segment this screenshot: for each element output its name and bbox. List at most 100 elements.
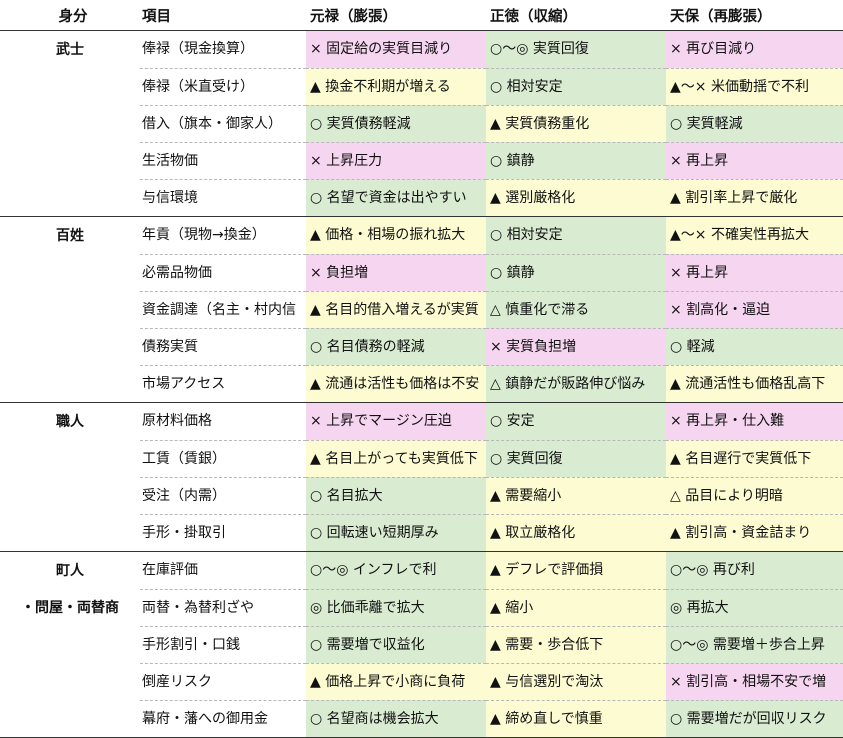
- genroku-cell: ○ 名目拡大: [306, 477, 486, 514]
- group-rows: 年貢（現物→換金） ▲ 価格・相場の振れ拡大 ○ 相対安定 ▲〜× 不確実性再拡大 必需…: [140, 217, 843, 402]
- table-row: 原材料価格 × 上昇でマージン圧迫 ○ 安定 × 再上昇・仕入難: [140, 403, 843, 440]
- item-cell: 必需品物価: [140, 254, 306, 291]
- item-cell: 俸禄（現金換算）: [142, 41, 254, 57]
- genroku-cell: × 負担増: [306, 254, 486, 291]
- shotoku-cell: ▲ 実質債務重化: [486, 105, 666, 142]
- table-row: 年貢（現物→換金） ▲ 価格・相場の振れ拡大 ○ 相対安定 ▲〜× 不確実性再拡大: [140, 217, 843, 254]
- genroku-cell: ○ 名望商は機会拡大: [306, 700, 486, 737]
- class-label: 職人: [0, 403, 140, 551]
- class-label-line: 職人: [56, 414, 84, 430]
- table-row: 必需品物価 × 負担増 ○ 鎮静 × 再上昇: [140, 254, 843, 291]
- header-tenpo: 天保（再膨張）: [670, 8, 772, 25]
- tenpo-cell: ○ 実質軽減: [666, 105, 843, 142]
- class-label-line: ・問屋・両替商: [21, 600, 119, 616]
- table-row: 資金調達（名主・村内信 ▲ 名目的借入増えるが実質 △ 慎重化で滞る × 割高化・逼迫: [140, 291, 843, 328]
- genroku-cell: × 上昇圧力: [306, 142, 486, 179]
- shotoku-cell: ○ 鎮静: [486, 254, 666, 291]
- item-cell: 資金調達（名主・村内信: [140, 291, 306, 328]
- class-group: 職人 原材料価格 × 上昇でマージン圧迫 ○ 安定 × 再上昇・仕入難 工賃（賃銀） ▲ 名…: [0, 402, 843, 551]
- item-cell: 受注（内需）: [140, 477, 306, 514]
- item-cell: 在庫評価: [142, 562, 198, 578]
- item-cell: 俸禄（米直受け）: [140, 68, 306, 105]
- tenpo-cell: ▲ 流通活性も価格乱高下: [666, 365, 843, 402]
- tenpo-cell: × 再上昇: [666, 142, 843, 179]
- header-row: 身分 項目 元禄（膨張） 正徳（収縮） 天保（再膨張）: [0, 0, 843, 30]
- tenpo-cell: ▲ 割引高・資金詰まり: [666, 514, 843, 551]
- genroku-cell: ▲ 名目的借入増えるが実質: [306, 291, 486, 328]
- shotoku-cell: ○ 実質回復: [486, 440, 666, 477]
- shotoku-cell: ▲ 需要・歩合低下: [486, 626, 666, 663]
- item-cell: 市場アクセス: [140, 365, 306, 402]
- genroku-cell: ○ 回転速い短期厚み: [306, 514, 486, 551]
- header-shotoku: 正徳（収縮）: [490, 8, 577, 25]
- class-label-line: 百姓: [56, 228, 84, 244]
- header-item: 項目: [142, 8, 171, 25]
- class-label-line: 町人: [56, 563, 84, 579]
- tenpo-cell: ▲〜× 米価動揺で不利: [666, 68, 843, 105]
- table-row: 与信環境 ○ 名望で資金は出やすい ▲ 選別厳格化 ▲ 割引率上昇で厳化: [140, 179, 843, 216]
- header-class: 身分: [58, 8, 88, 25]
- table-row: 受注（内需） ○ 名目拡大 ▲ 需要縮小 △ 品目により明暗: [140, 477, 843, 514]
- table-row: 市場アクセス ▲ 流通は活性も価格は不安 △ 鎮静だが販路伸び悩み ▲ 流通活性も価格…: [140, 365, 843, 402]
- table-row: 俸禄（米直受け） ▲ 換金不利期が増える ○ 相対安定 ▲〜× 米価動揺で不利: [140, 68, 843, 105]
- table-row: 幕府・藩への御用金 ○ 名望商は機会拡大 ▲ 締め直しで慎重 ○ 需要増だが回収リスク: [140, 700, 843, 737]
- shotoku-cell: ▲ 与信選別で淘汰: [486, 663, 666, 700]
- tenpo-cell: × 割高化・逼迫: [666, 291, 843, 328]
- item-cell: 債務実質: [140, 328, 306, 365]
- table-row: 俸禄（現金換算） × 固定給の実質目減り ○〜◎ 実質回復 × 再び目減り: [140, 31, 843, 68]
- shotoku-cell: ▲ 縮小: [486, 589, 666, 626]
- genroku-cell: ▲ 価格・相場の振れ拡大: [306, 217, 486, 254]
- item-cell: 手形・掛取引: [140, 514, 306, 551]
- class-label: 町人 ・問屋・両替商: [0, 552, 140, 737]
- shotoku-cell: ▲ 選別厳格化: [486, 179, 666, 216]
- genroku-cell: ◎ 比価乖離で拡大: [306, 589, 486, 626]
- table-row: 借入（旗本・御家人） ○ 実質債務軽減 ▲ 実質債務重化 ○ 実質軽減: [140, 105, 843, 142]
- genroku-cell: ○ 需要増で収益化: [306, 626, 486, 663]
- class-group: 町人 ・問屋・両替商 在庫評価 ○〜◎ インフレで利 ▲ デフレで評価損 ○〜◎ 再び利両…: [0, 551, 843, 738]
- tenpo-cell: × 再上昇・仕入難: [666, 403, 843, 440]
- shotoku-cell: ○〜◎ 実質回復: [486, 31, 666, 68]
- table-row: 手形割引・口銭 ○ 需要増で収益化 ▲ 需要・歩合低下 ○〜◎ 需要増＋歩合上昇: [140, 626, 843, 663]
- genroku-cell: × 固定給の実質目減り: [306, 31, 486, 68]
- shotoku-cell: △ 鎮静だが販路伸び悩み: [486, 365, 666, 402]
- shotoku-cell: × 実質負担増: [486, 328, 666, 365]
- table-row: 債務実質 ○ 名目債務の軽減 × 実質負担増 ○ 軽減: [140, 328, 843, 365]
- shotoku-cell: ▲ 締め直しで慎重: [486, 700, 666, 737]
- impact-table: 身分 項目 元禄（膨張） 正徳（収縮） 天保（再膨張） 武士 俸禄（現金換算） × …: [0, 0, 843, 738]
- shotoku-cell: ○ 相対安定: [486, 217, 666, 254]
- tenpo-cell: ▲〜× 不確実性再拡大: [666, 217, 843, 254]
- table-body: 武士 俸禄（現金換算） × 固定給の実質目減り ○〜◎ 実質回復 × 再び目減り 俸禄（米…: [0, 30, 843, 738]
- header-genroku: 元禄（膨張）: [310, 8, 397, 25]
- table-row: 倒産リスク ▲ 価格上昇で小商に負荷 ▲ 与信選別で淘汰 × 割引高・相場不安で増: [140, 663, 843, 700]
- table-row: 両替・為替利ざや ◎ 比価乖離で拡大 ▲ 縮小 ◎ 再拡大: [140, 589, 843, 626]
- tenpo-cell: × 割引高・相場不安で増: [666, 663, 843, 700]
- tenpo-cell: ○ 軽減: [666, 328, 843, 365]
- item-cell: 年貢（現物→換金）: [142, 227, 266, 243]
- tenpo-cell: ○〜◎ 再び利: [666, 552, 843, 589]
- genroku-cell: × 上昇でマージン圧迫: [306, 403, 486, 440]
- tenpo-cell: × 再び目減り: [666, 31, 843, 68]
- genroku-cell: ▲ 流通は活性も価格は不安: [306, 365, 486, 402]
- tenpo-cell: ○〜◎ 需要増＋歩合上昇: [666, 626, 843, 663]
- item-cell: 借入（旗本・御家人）: [140, 105, 306, 142]
- table-row: 生活物価 × 上昇圧力 ○ 鎮静 × 再上昇: [140, 142, 843, 179]
- tenpo-cell: × 再上昇: [666, 254, 843, 291]
- tenpo-cell: ▲ 割引率上昇で厳化: [666, 179, 843, 216]
- tenpo-cell: ○ 需要増だが回収リスク: [666, 700, 843, 737]
- genroku-cell: ○ 実質債務軽減: [306, 105, 486, 142]
- tenpo-cell: ▲ 名目遅行で実質低下: [666, 440, 843, 477]
- item-cell: 原材料価格: [142, 413, 212, 429]
- shotoku-cell: ○ 安定: [486, 403, 666, 440]
- genroku-cell: ○〜◎ インフレで利: [306, 552, 486, 589]
- item-cell: 与信環境: [140, 179, 306, 216]
- shotoku-cell: ▲ 取立厳格化: [486, 514, 666, 551]
- table-row: 工賃（賃銀） ▲ 名目上がっても実質低下 ○ 実質回復 ▲ 名目遅行で実質低下: [140, 440, 843, 477]
- item-cell: 生活物価: [140, 142, 306, 179]
- shotoku-cell: ○ 相対安定: [486, 68, 666, 105]
- group-rows: 原材料価格 × 上昇でマージン圧迫 ○ 安定 × 再上昇・仕入難 工賃（賃銀） ▲ 名目上…: [140, 403, 843, 551]
- class-label-line: 武士: [56, 42, 84, 58]
- class-group: 百姓 年貢（現物→換金） ▲ 価格・相場の振れ拡大 ○ 相対安定 ▲〜× 不確実性再拡大…: [0, 216, 843, 402]
- shotoku-cell: ▲ デフレで評価損: [486, 552, 666, 589]
- genroku-cell: ○ 名目債務の軽減: [306, 328, 486, 365]
- tenpo-cell: ◎ 再拡大: [666, 589, 843, 626]
